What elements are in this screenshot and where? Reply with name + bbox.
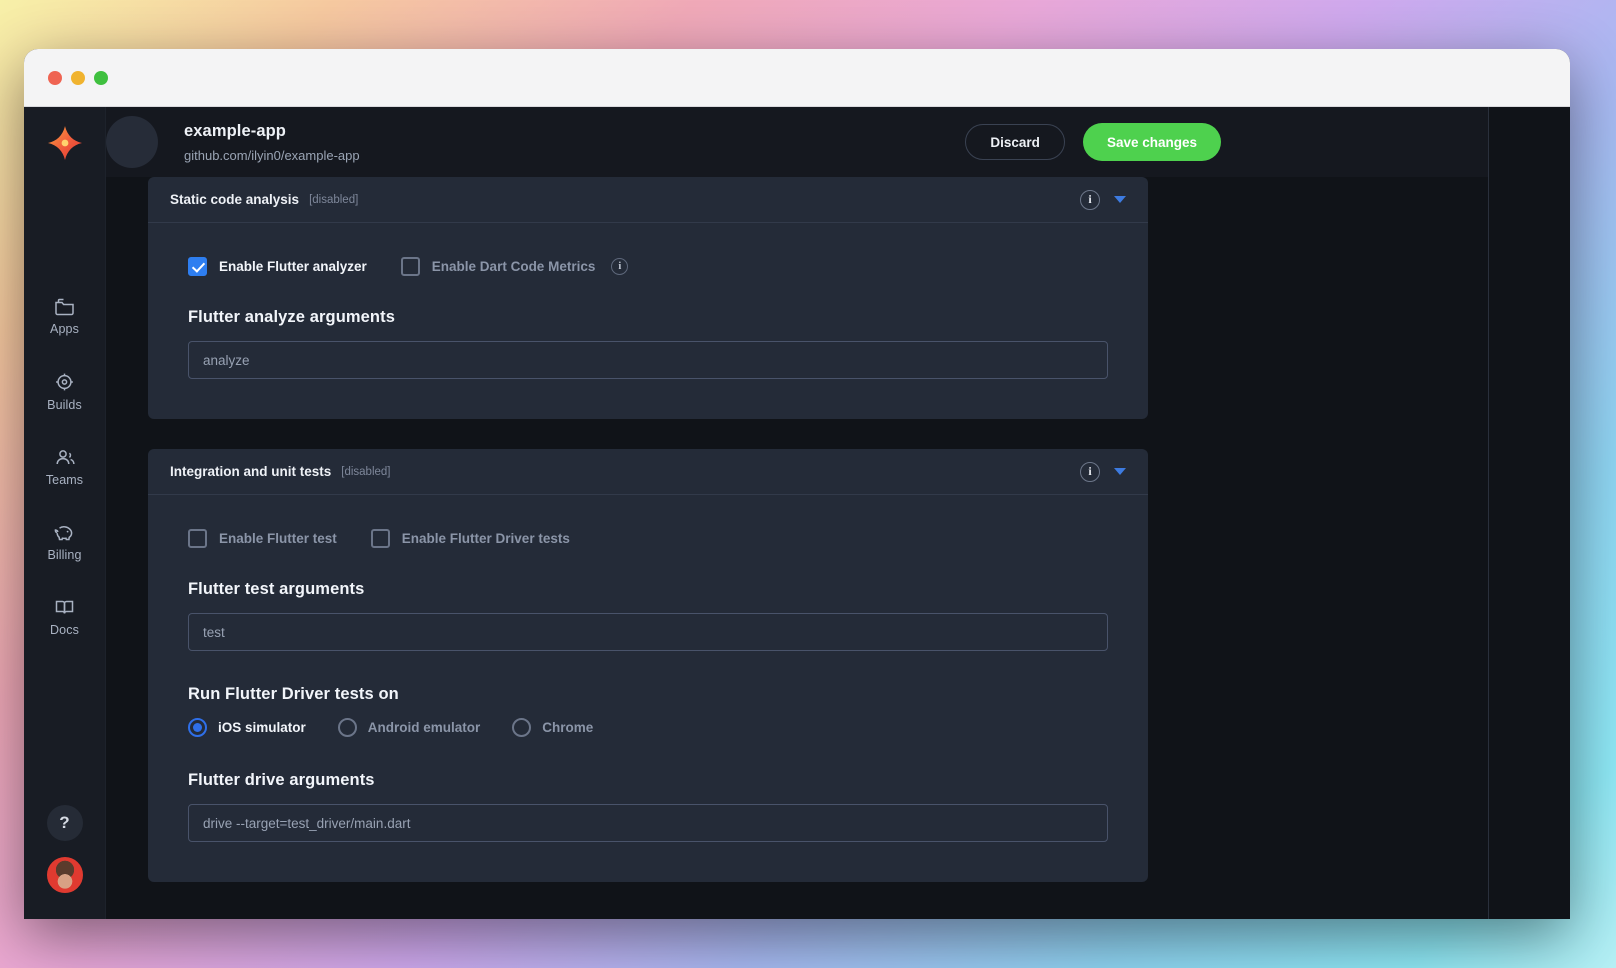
section-header[interactable]: Static code analysis [disabled] i <box>148 177 1148 223</box>
checkbox-label: Enable Dart Code Metrics <box>432 259 596 274</box>
radio-indicator[interactable] <box>512 718 531 737</box>
sidebar-item-apps[interactable]: Apps <box>24 297 105 336</box>
app-header: example-app github.com/ilyin0/example-ap… <box>106 107 1570 177</box>
checkbox-label: Enable Flutter Driver tests <box>402 531 570 546</box>
main-content: example-app github.com/ilyin0/example-ap… <box>106 107 1570 919</box>
flutter-test-arguments-input[interactable] <box>188 613 1108 651</box>
radio-label: Android emulator <box>368 720 481 735</box>
settings-content: Static code analysis [disabled] i <box>148 177 1148 882</box>
minimize-window-button[interactable] <box>71 71 85 85</box>
radio-label: Chrome <box>542 720 593 735</box>
section-header[interactable]: Integration and unit tests [disabled] i <box>148 449 1148 495</box>
section-title: Integration and unit tests <box>170 464 331 479</box>
sidebar-item-builds[interactable]: Builds <box>24 372 105 412</box>
checkbox-indicator[interactable] <box>401 257 420 276</box>
sidebar-footer: ? <box>24 805 105 893</box>
right-panel <box>1488 107 1570 919</box>
window-titlebar <box>24 49 1570 107</box>
info-icon[interactable]: i <box>611 258 628 275</box>
checkbox-label: Enable Flutter test <box>219 531 337 546</box>
checkbox-indicator[interactable] <box>188 257 207 276</box>
checkbox-enable-flutter-driver-tests[interactable]: Enable Flutter Driver tests <box>371 529 570 548</box>
section-body: Enable Flutter analyzer Enable Dart Code… <box>148 223 1148 419</box>
builds-icon <box>54 372 75 392</box>
radio-options: iOS simulator Android emulator <box>188 718 1108 737</box>
radio-indicator[interactable] <box>338 718 357 737</box>
repository-link[interactable]: github.com/ilyin0/example-app <box>184 148 360 163</box>
sidebar-item-label: Apps <box>50 322 79 336</box>
field-label: Flutter test arguments <box>188 580 1108 599</box>
info-icon[interactable]: i <box>1080 190 1100 210</box>
desktop-backdrop: Apps Builds <box>0 0 1616 968</box>
chevron-down-icon[interactable] <box>1114 196 1126 203</box>
sidebar-item-billing[interactable]: Billing <box>24 523 105 562</box>
radio-ios-simulator[interactable]: iOS simulator <box>188 718 306 737</box>
section-header-actions: i <box>1080 190 1126 210</box>
folder-icon <box>54 297 75 316</box>
app-window: Apps Builds <box>24 49 1570 919</box>
analysis-checkbox-row: Enable Flutter analyzer Enable Dart Code… <box>188 257 1108 276</box>
teams-icon <box>54 448 76 467</box>
app-avatar <box>106 116 158 168</box>
field-label: Flutter drive arguments <box>188 771 1108 790</box>
section-status-badge: [disabled] <box>309 194 358 206</box>
section-title: Static code analysis <box>170 192 299 207</box>
tests-checkbox-row: Enable Flutter test Enable Flutter Drive… <box>188 529 1108 548</box>
checkbox-enable-flutter-analyzer[interactable]: Enable Flutter analyzer <box>188 257 367 276</box>
maximize-window-button[interactable] <box>94 71 108 85</box>
app-body: Apps Builds <box>24 107 1570 919</box>
radio-group-label: Run Flutter Driver tests on <box>188 685 1108 704</box>
sidebar-item-docs[interactable]: Docs <box>24 598 105 637</box>
save-changes-button[interactable]: Save changes <box>1083 123 1221 161</box>
radio-label: iOS simulator <box>218 720 306 735</box>
sidebar-item-label: Docs <box>50 623 79 637</box>
chevron-down-icon[interactable] <box>1114 468 1126 475</box>
checkbox-indicator[interactable] <box>188 529 207 548</box>
sidebar: Apps Builds <box>24 107 106 919</box>
radio-indicator[interactable] <box>188 718 207 737</box>
field-flutter-drive-arguments: Flutter drive arguments <box>188 771 1108 842</box>
radio-group-run-driver-tests-on: Run Flutter Driver tests on iOS simulato… <box>188 685 1108 737</box>
sidebar-item-label: Teams <box>46 473 83 487</box>
sidebar-item-label: Builds <box>47 398 82 412</box>
section-static-code-analysis: Static code analysis [disabled] i <box>148 177 1148 419</box>
checkbox-enable-dart-code-metrics[interactable]: Enable Dart Code Metrics <box>401 257 596 276</box>
checkbox-label: Enable Flutter analyzer <box>219 259 367 274</box>
sidebar-item-label: Billing <box>47 548 81 562</box>
codemagic-logo[interactable] <box>45 123 85 163</box>
help-button[interactable]: ? <box>47 805 83 841</box>
book-icon <box>54 598 75 617</box>
info-icon[interactable]: i <box>1080 462 1100 482</box>
field-flutter-test-arguments: Flutter test arguments <box>188 580 1108 651</box>
field-flutter-analyze-arguments: Flutter analyze arguments <box>188 308 1108 379</box>
flutter-drive-arguments-input[interactable] <box>188 804 1108 842</box>
section-status-badge: [disabled] <box>341 466 390 478</box>
close-window-button[interactable] <box>48 71 62 85</box>
sidebar-item-teams[interactable]: Teams <box>24 448 105 487</box>
app-meta: example-app github.com/ilyin0/example-ap… <box>184 122 360 163</box>
page-title: example-app <box>184 122 360 141</box>
settings-scroll-area[interactable]: Static code analysis [disabled] i <box>106 177 1570 919</box>
radio-android-emulator[interactable]: Android emulator <box>338 718 481 737</box>
field-label: Flutter analyze arguments <box>188 308 1108 327</box>
section-integration-and-unit-tests: Integration and unit tests [disabled] i <box>148 449 1148 882</box>
radio-chrome[interactable]: Chrome <box>512 718 593 737</box>
avatar[interactable] <box>47 857 83 893</box>
checkbox-enable-flutter-test[interactable]: Enable Flutter test <box>188 529 337 548</box>
flutter-analyze-arguments-input[interactable] <box>188 341 1108 379</box>
discard-button[interactable]: Discard <box>965 124 1065 160</box>
section-header-actions: i <box>1080 462 1126 482</box>
section-body: Enable Flutter test Enable Flutter Drive… <box>148 495 1148 882</box>
header-actions: Discard Save changes <box>965 123 1221 161</box>
sidebar-nav: Apps Builds <box>24 297 105 637</box>
checkbox-indicator[interactable] <box>371 529 390 548</box>
app-header-inner: example-app github.com/ilyin0/example-ap… <box>106 116 1221 168</box>
piggy-bank-icon <box>53 523 76 542</box>
